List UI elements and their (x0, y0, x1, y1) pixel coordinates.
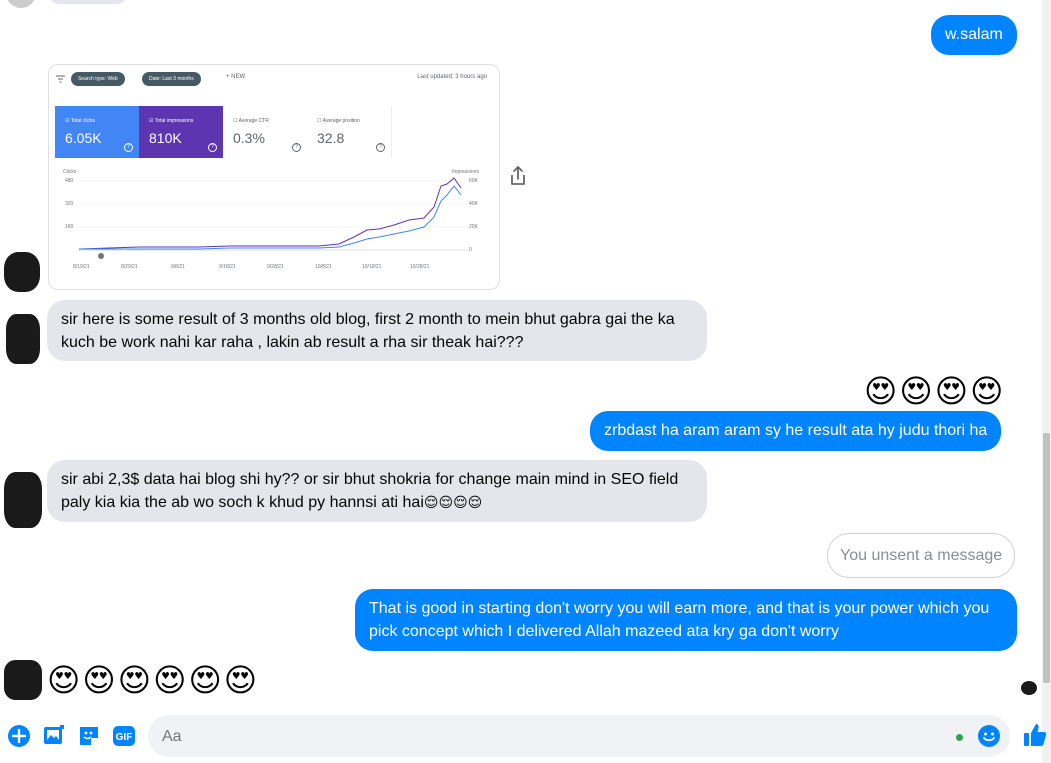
emoji-icon[interactable] (977, 724, 1001, 748)
plus-icon[interactable] (7, 724, 31, 748)
avatar[interactable] (6, 314, 40, 364)
shared-image-search-console[interactable]: Search type: Web Date: Last 3 months + N… (48, 64, 500, 290)
avatar[interactable] (4, 660, 42, 700)
date-tick: 9/8/21 (171, 264, 185, 270)
message-outgoing[interactable]: zrbdast ha aram aram sy he result ata hy… (590, 411, 1002, 451)
avatar[interactable] (4, 252, 40, 292)
message-text: sir abi 2,3$ data hai blog shi hy?? or s… (61, 471, 679, 511)
status-dot (956, 734, 963, 741)
message-composer[interactable] (148, 715, 1010, 757)
partial-bubble (48, 0, 128, 4)
emoji-message-outgoing[interactable]: 😍😍😍😍 (864, 371, 1005, 411)
seen-avatar (1021, 681, 1037, 695)
date-tick: 10/18/21 (362, 264, 382, 270)
gif-icon[interactable]: GIF (112, 724, 136, 748)
message-outgoing[interactable]: That is good in starting don't worry you… (355, 589, 1017, 651)
photo-icon[interactable] (42, 724, 66, 748)
impressions-series-line (78, 177, 462, 250)
emoji-text: 😌😌😌😌 (423, 495, 483, 511)
sticker-icon[interactable] (77, 724, 101, 748)
date-tick: 9/28/21 (267, 264, 284, 270)
message-outgoing[interactable]: w.salam (931, 15, 1017, 55)
thumbs-up-icon[interactable] (1022, 722, 1048, 748)
date-tick: 10/28/21 (410, 264, 430, 270)
message-input[interactable] (160, 723, 924, 751)
message-incoming[interactable]: sir abi 2,3$ data hai blog shi hy?? or s… (47, 460, 707, 522)
date-tick: 8/19/21 (73, 264, 90, 270)
chart-gridlines (77, 180, 467, 251)
emoji-message-incoming[interactable]: 😍😍😍😍😍😍 (47, 660, 259, 700)
date-tick: 8/29/21 (121, 264, 138, 270)
partial-avatar (6, 0, 36, 8)
scrollbar-thumb[interactable] (1043, 433, 1050, 683)
annotation-marker (98, 253, 104, 259)
clicks-series-line (79, 185, 462, 250)
avatar[interactable] (4, 472, 42, 528)
message-incoming[interactable]: sir here is some result of 3 months old … (47, 300, 707, 361)
share-icon[interactable] (509, 165, 527, 187)
date-tick: 10/8/21 (315, 264, 332, 270)
unsent-message-notice: You unsent a message (827, 533, 1016, 578)
performance-line-chart (77, 177, 467, 259)
date-tick: 9/18/21 (219, 264, 236, 270)
svg-text:GIF: GIF (116, 732, 133, 743)
